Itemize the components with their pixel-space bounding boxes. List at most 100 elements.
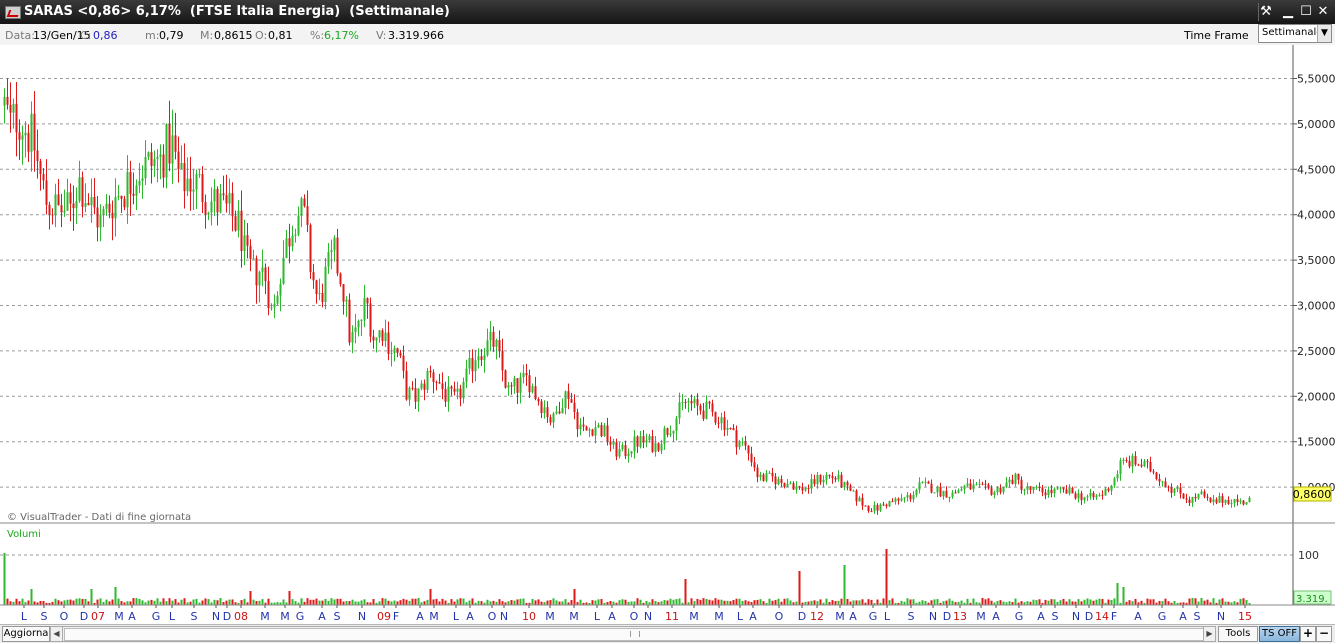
- volume-bar: [663, 600, 666, 605]
- volume-bar: [1077, 599, 1080, 605]
- candle-body: [315, 280, 318, 295]
- time-tick-label: A: [1037, 610, 1045, 623]
- candle-body: [399, 352, 402, 356]
- candle-body: [111, 212, 114, 219]
- volume-bar: [555, 600, 558, 605]
- candle-body: [1143, 461, 1146, 467]
- horizontal-scrollbar[interactable]: ◀ ▶: [50, 626, 1216, 642]
- candle-body: [393, 348, 396, 353]
- ts-off-button[interactable]: TS OFF: [1259, 626, 1300, 642]
- candle-body: [429, 370, 432, 373]
- volume-bar: [1167, 601, 1170, 605]
- candle-body: [1161, 481, 1164, 483]
- candle-body: [1197, 494, 1200, 499]
- candle-body: [471, 357, 474, 372]
- volume-bar: [699, 599, 702, 605]
- candle-body: [195, 174, 198, 190]
- candle-body: [906, 495, 909, 498]
- candle-body: [555, 411, 558, 414]
- candle-body: [375, 337, 378, 341]
- volume-bar: [1101, 599, 1104, 605]
- candle-body: [321, 293, 324, 302]
- candle-body: [333, 237, 336, 251]
- candle-body: [651, 436, 654, 452]
- volume-panel-label: Volumi: [7, 529, 41, 540]
- candle-body: [819, 474, 822, 483]
- minimize-button[interactable]: ▁: [1280, 3, 1296, 20]
- candle-body: [504, 370, 507, 388]
- volume-bar: [282, 599, 285, 605]
- candle-body: [513, 378, 516, 387]
- candle-body: [588, 429, 591, 431]
- scroll-right-icon[interactable]: ▶: [1203, 627, 1215, 641]
- volume-bar: [570, 600, 573, 605]
- candle-body: [990, 488, 993, 495]
- volume-bar: [183, 598, 186, 605]
- candle-body: [900, 498, 903, 501]
- volume-bar: [294, 601, 297, 605]
- candle-body: [897, 498, 900, 501]
- volume-bar: [1032, 599, 1035, 605]
- scroll-left-icon[interactable]: ◀: [51, 627, 63, 641]
- close-value: 0,86: [93, 29, 118, 42]
- candle-body: [9, 104, 12, 113]
- maximize-button[interactable]: ☐: [1298, 3, 1314, 20]
- volume-bar: [87, 601, 90, 605]
- candle-body: [1080, 493, 1083, 501]
- candle-body: [1191, 496, 1194, 503]
- time-frame-select[interactable]: Settimanale ▼: [1258, 24, 1332, 43]
- volume-bar: [666, 600, 669, 605]
- volume-bar: [1173, 601, 1176, 605]
- tools-button[interactable]: Tools: [1218, 626, 1258, 642]
- volume-bar: [876, 599, 879, 605]
- volume-bar: [1140, 600, 1143, 605]
- volume-bar: [999, 600, 1002, 605]
- candle-body: [603, 425, 606, 437]
- volume-bar: [450, 599, 453, 605]
- volume-bar: [1008, 601, 1011, 605]
- candle-body: [159, 154, 162, 158]
- candle-body: [627, 453, 630, 457]
- price-chart[interactable]: 5,5000 5,0000 4,5000 4,0000 3,5000 3,0000 2,50…: [0, 45, 1335, 624]
- candle-body: [573, 402, 576, 413]
- volume-bar: [723, 600, 726, 605]
- volume-bar: [291, 599, 294, 605]
- volume-bar: [885, 549, 888, 605]
- candle-body: [534, 386, 537, 399]
- volume-bar: [870, 599, 873, 605]
- volume-bar: [1122, 587, 1125, 605]
- volume-bar: [654, 601, 657, 605]
- time-tick-label: L: [21, 610, 28, 623]
- zoom-in-button[interactable]: +: [1300, 626, 1316, 642]
- close-button[interactable]: ✕: [1315, 3, 1331, 20]
- volume-bar: [168, 598, 171, 605]
- time-tick-label: F: [393, 610, 399, 623]
- volume-bar: [1242, 598, 1245, 605]
- volume-bar: [513, 600, 516, 605]
- zoom-out-button[interactable]: −: [1316, 626, 1332, 642]
- volume-bar: [414, 598, 417, 605]
- candle-body: [348, 299, 351, 343]
- scrollbar-thumb[interactable]: [64, 628, 1204, 641]
- tools-icon[interactable]: ⚒: [1258, 3, 1274, 20]
- candle-body: [408, 387, 411, 400]
- volume-bar: [18, 601, 21, 605]
- volume-bar: [60, 601, 63, 605]
- volume-bar: [1128, 600, 1131, 605]
- time-tick-label: 15: [1238, 610, 1252, 623]
- last-volume-label: 3.319.: [1296, 594, 1328, 605]
- candle-body: [1032, 487, 1035, 490]
- chevron-down-icon[interactable]: ▼: [1317, 25, 1331, 42]
- volume-bar: [117, 598, 120, 605]
- candle-body: [426, 370, 429, 390]
- candle-body: [903, 497, 906, 499]
- candle-body: [1245, 502, 1248, 505]
- volume-bar: [231, 599, 234, 605]
- candle-body: [204, 202, 207, 215]
- candle-body: [909, 495, 912, 500]
- volume-bar: [768, 598, 771, 605]
- volume-bar: [558, 601, 561, 605]
- volume-bar: [1245, 599, 1248, 605]
- volume-bar: [84, 598, 87, 605]
- refresh-button[interactable]: Aggiorna: [2, 626, 50, 642]
